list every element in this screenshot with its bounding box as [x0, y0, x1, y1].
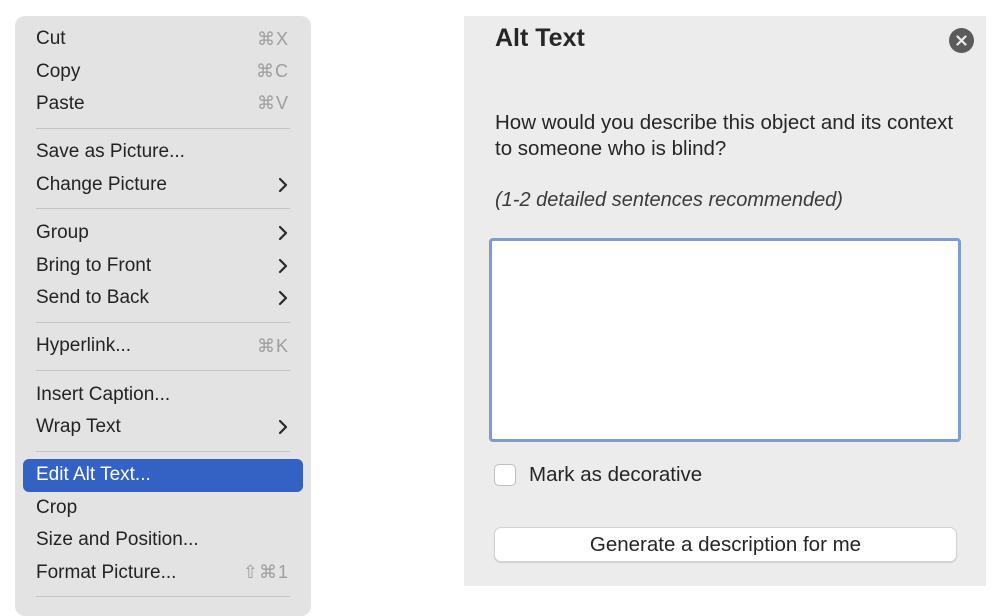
menu-item-shortcut: ⇧⌘1	[242, 562, 289, 583]
chevron-right-icon	[278, 419, 288, 435]
menu-item-label: Bring to Front	[36, 254, 152, 276]
chevron-right-icon	[278, 226, 288, 241]
menu-item-label: Cut	[36, 28, 66, 50]
menu-item-label: Edit Alt Text...	[36, 464, 151, 486]
menu-item-shortcut: ⌘X	[256, 28, 289, 49]
menu-item-change-picture[interactable]: Change Picture	[23, 169, 303, 201]
menu-item-label: Wrap Text	[36, 416, 121, 438]
menu-item-label: Crop	[36, 496, 78, 518]
menu-item-size-and-position[interactable]: Size and Position...	[23, 524, 303, 556]
context-menu: Cut ⌘X Copy ⌘C Paste ⌘V Save as Picture.…	[15, 16, 311, 616]
menu-separator	[36, 321, 290, 323]
decorative-label: Mark as decorative	[529, 463, 703, 486]
menu-separator	[36, 208, 290, 210]
menu-item-label: Hyperlink...	[36, 335, 132, 357]
menu-item-wrap-text[interactable]: Wrap Text	[23, 411, 303, 443]
generate-description-button[interactable]: Generate a description for me	[494, 527, 957, 562]
close-button[interactable]	[949, 28, 974, 53]
menu-separator	[36, 370, 290, 372]
menu-item-edit-alt-text[interactable]: Edit Alt Text...	[23, 459, 303, 492]
menu-item-group[interactable]: Group	[23, 217, 303, 249]
menu-item-bring-to-front[interactable]: Bring to Front	[23, 249, 303, 281]
menu-item-label: Send to Back	[36, 286, 150, 308]
menu-item-crop[interactable]: Crop	[23, 492, 303, 524]
menu-item-format-picture[interactable]: Format Picture... ⇧⌘1	[23, 556, 303, 588]
menu-item-insert-caption[interactable]: Insert Caption...	[23, 379, 303, 411]
alt-text-description-field[interactable]	[489, 238, 961, 442]
alt-text-panel: Alt Text How would you describe this obj…	[464, 16, 986, 586]
decorative-checkbox[interactable]	[494, 464, 516, 486]
menu-separator	[36, 596, 290, 598]
menu-item-cut[interactable]: Cut ⌘X	[23, 23, 303, 55]
description-hint: (1-2 detailed sentences recommended)	[495, 189, 843, 211]
menu-item-label: Paste	[36, 92, 85, 114]
menu-item-label: Format Picture...	[36, 561, 177, 583]
menu-item-save-as-picture[interactable]: Save as Picture...	[23, 136, 303, 168]
menu-item-send-to-back[interactable]: Send to Back	[23, 282, 303, 314]
menu-item-shortcut: ⌘K	[256, 335, 289, 356]
menu-item-label: Insert Caption...	[36, 383, 171, 405]
description-prompt: How would you describe this object and i…	[495, 111, 954, 160]
menu-item-label: Size and Position...	[36, 529, 199, 551]
panel-title: Alt Text	[495, 24, 585, 52]
menu-item-label: Group	[36, 222, 89, 244]
menu-item-hyperlink[interactable]: Hyperlink... ⌘K	[23, 330, 303, 362]
menu-item-shortcut: ⌘V	[256, 93, 289, 114]
menu-item-label: Save as Picture...	[36, 141, 185, 163]
menu-item-copy[interactable]: Copy ⌘C	[23, 55, 303, 87]
menu-item-label: Copy	[36, 60, 81, 82]
chevron-right-icon	[278, 177, 288, 192]
menu-item-paste[interactable]: Paste ⌘V	[23, 88, 303, 120]
menu-separator	[36, 450, 290, 452]
chevron-right-icon	[278, 290, 288, 306]
chevron-right-icon	[278, 258, 288, 273]
menu-item-label: Change Picture	[36, 173, 167, 195]
close-icon	[956, 35, 967, 46]
decorative-option[interactable]: Mark as decorative	[494, 463, 702, 487]
menu-separator	[36, 127, 290, 129]
menu-item-shortcut: ⌘C	[256, 61, 289, 82]
